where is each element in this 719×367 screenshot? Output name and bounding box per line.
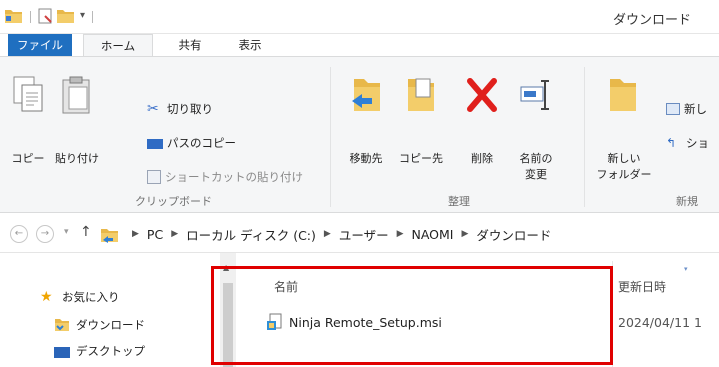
chevron-right-icon: ▶	[132, 229, 139, 239]
ribbon: コピー 貼り付け ✂ 切り取り パスのコピー ショートカットの貼り付け クリップ…	[0, 56, 719, 213]
rename-button[interactable]: 名前の 変更	[510, 67, 562, 187]
window-title: ダウンロード	[613, 13, 692, 28]
copy-button[interactable]: コピー	[4, 67, 52, 177]
paste-icon	[62, 76, 90, 114]
tab-share[interactable]: 共有	[164, 34, 216, 57]
nav-item-desktop[interactable]: デスクトップ	[54, 341, 145, 361]
copy-label: コピー	[11, 152, 45, 165]
vertical-scrollbar[interactable]: ▲	[220, 253, 236, 367]
rename-label-line2: 変更	[525, 168, 547, 181]
tab-view[interactable]: 表示	[224, 34, 276, 57]
crumb-downloads[interactable]: ダウンロード	[476, 225, 551, 244]
new-item-button[interactable]: 新し	[666, 99, 707, 119]
file-name: Ninja Remote_Setup.msi	[289, 314, 442, 330]
copy-path-icon	[147, 139, 163, 149]
navigation-pane: ★ お気に入り ダウンロード デスクトップ	[0, 253, 220, 367]
move-to-button[interactable]: 移動先	[340, 67, 392, 177]
sort-indicator-icon: ▾	[684, 265, 688, 273]
group-label-new: 新規	[676, 195, 698, 208]
column-header-name[interactable]: 名前	[274, 278, 298, 295]
tab-file[interactable]: ファイル	[8, 34, 72, 57]
star-icon: ★	[40, 289, 53, 305]
move-to-icon	[352, 79, 380, 111]
easy-access-icon: ↰	[666, 136, 677, 150]
file-row[interactable]: Ninja Remote_Setup.msi	[266, 313, 442, 331]
folder-icon	[5, 10, 22, 23]
crumb-local-disk[interactable]: ローカル ディスク (C:)	[186, 225, 316, 244]
move-to-label: 移動先	[349, 152, 383, 165]
easy-access-button[interactable]: ↰ ショ	[666, 133, 709, 153]
chevron-right-icon: ▶	[171, 229, 179, 239]
pc-folder-icon	[101, 229, 118, 243]
scroll-up-icon[interactable]: ▲	[223, 263, 229, 272]
address-bar: ← → ▾ ↑ ▶ PC ▶ ローカル ディスク (C:) ▶ ユーザー ▶ N…	[0, 213, 719, 253]
chevron-right-icon: ▶	[323, 229, 331, 239]
recent-locations-icon[interactable]: ▾	[64, 227, 69, 237]
paste-button[interactable]: 貼り付け	[52, 67, 102, 177]
paste-shortcut-icon	[147, 170, 161, 184]
new-item-icon	[666, 103, 680, 115]
copy-to-button[interactable]: コピー先	[392, 67, 450, 177]
cut-button[interactable]: ✂ 切り取り	[147, 99, 213, 119]
scissors-icon: ✂	[147, 101, 159, 117]
tab-home[interactable]: ホーム	[83, 34, 153, 58]
paste-shortcut-button[interactable]: ショートカットの貼り付け	[147, 167, 303, 187]
copy-icon	[13, 76, 43, 112]
new-folder-button[interactable]: 新しい フォルダー	[594, 67, 654, 187]
nav-item-downloads[interactable]: ダウンロード	[54, 315, 145, 335]
file-modified-date: 2024/04/11 1	[618, 315, 702, 330]
delete-icon	[467, 78, 497, 112]
forward-arrow-icon[interactable]: →	[36, 225, 54, 243]
back-arrow-icon[interactable]: ←	[10, 225, 28, 243]
delete-label: 削除	[471, 152, 493, 165]
properties-icon[interactable]	[36, 7, 56, 25]
nav-item-favorites[interactable]: ★ お気に入り	[40, 287, 120, 307]
new-folder-label-line1: 新しい	[607, 152, 641, 165]
paste-label: 貼り付け	[55, 152, 99, 165]
downloads-folder-icon	[55, 319, 69, 331]
rename-label-line1: 名前の	[519, 152, 553, 165]
group-label-clipboard: クリップボード	[135, 195, 212, 208]
up-arrow-icon[interactable]: ↑	[80, 224, 92, 240]
desktop-icon	[54, 346, 70, 358]
crumb-users[interactable]: ユーザー	[339, 225, 389, 244]
chevron-right-icon: ▶	[461, 229, 469, 239]
title-bar: ▾ ダウンロード	[0, 0, 719, 34]
quick-access-dropdown-icon[interactable]: ▾	[80, 10, 85, 21]
column-header-modified[interactable]: 更新日時	[618, 278, 666, 295]
copy-path-button[interactable]: パスのコピー	[147, 133, 236, 153]
new-folder-quick-icon[interactable]	[56, 7, 76, 25]
ribbon-tabs: ファイル ホーム 共有 表示	[0, 34, 719, 58]
crumb-pc[interactable]: PC	[147, 227, 163, 242]
group-label-organize: 整理	[448, 195, 470, 208]
chevron-right-icon: ▶	[396, 229, 404, 239]
delete-button[interactable]: 削除	[460, 67, 504, 177]
scrollbar-thumb[interactable]	[223, 283, 233, 367]
copy-to-label: コピー先	[399, 152, 443, 165]
rename-icon	[520, 80, 549, 110]
new-folder-icon	[610, 79, 636, 111]
breadcrumb[interactable]: ▶ PC ▶ ローカル ディスク (C:) ▶ ユーザー ▶ NAOMI ▶ ダ…	[124, 223, 551, 245]
column-divider[interactable]	[612, 261, 613, 367]
msi-installer-icon	[267, 313, 282, 330]
file-list: 名前 更新日時 ▾ Ninja Remote_Setup.msi 2024/04…	[236, 253, 719, 367]
new-folder-label-line2: フォルダー	[596, 168, 652, 181]
crumb-naomi[interactable]: NAOMI	[412, 227, 454, 242]
copy-to-icon	[408, 78, 434, 111]
